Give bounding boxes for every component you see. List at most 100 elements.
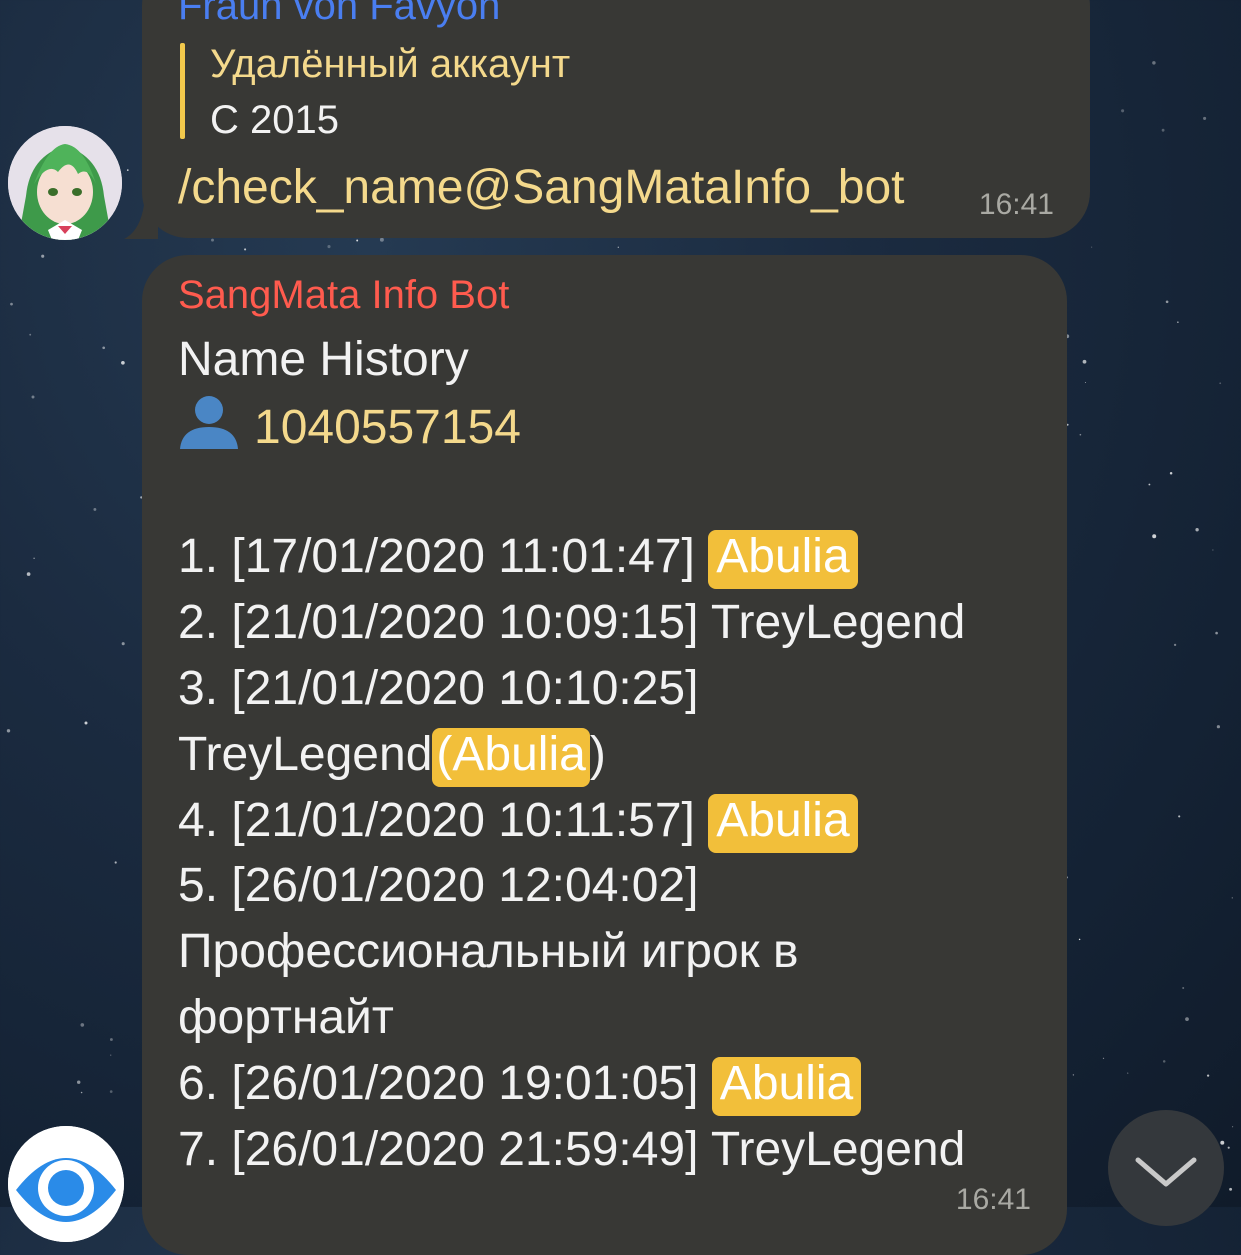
history-entry-continuation: Профессиональный игрок в [178, 925, 799, 979]
history-entry: 2. [21/01/2020 10:09:15] TreyLegend [178, 590, 1047, 656]
user-avatar[interactable] [8, 126, 122, 240]
star [244, 248, 247, 251]
message-time: 16:41 [955, 1183, 1031, 1216]
reply-title[interactable]: Удалённый аккаунт [210, 42, 570, 87]
star [1232, 1126, 1234, 1128]
entry-name: Abulia [452, 727, 586, 781]
star [1152, 534, 1157, 539]
star [1219, 382, 1222, 385]
star [1165, 300, 1169, 304]
star [1121, 109, 1125, 113]
eye-icon [8, 1126, 124, 1242]
star [126, 169, 129, 171]
message-text[interactable]: /check_name@SangMataInfo_bot [178, 160, 905, 215]
star [1182, 987, 1185, 989]
history-entry: 5. [26/01/2020 12:04:02] [178, 853, 1047, 919]
bot-avatar[interactable] [8, 1126, 124, 1242]
history-entry: 6. [26/01/2020 19:01:05] Abulia [178, 1051, 1047, 1117]
user-id[interactable]: 1040557154 [254, 401, 521, 454]
star [327, 245, 331, 249]
entry-date: 7. [26/01/2020 21:59:49] [178, 1122, 711, 1176]
message-heading: Name History [178, 333, 469, 386]
history-entry: 3. [21/01/2020 10:10:25] [178, 656, 1047, 722]
star [617, 246, 619, 248]
star [1079, 433, 1082, 436]
star [1078, 938, 1081, 941]
history-entry: 4. [21/01/2020 10:11:57] Abulia [178, 788, 1047, 854]
star [80, 1091, 83, 1094]
sender-name[interactable]: Fraun von Favyon [178, 0, 500, 29]
star [10, 302, 13, 306]
star [109, 1038, 113, 1041]
star [1091, 246, 1093, 248]
entry-name: TreyLegend [178, 727, 433, 781]
star [1206, 1074, 1210, 1077]
star [114, 861, 117, 864]
message-body: Name History 1040557154 1. [17/01/2020 1… [178, 327, 1047, 1182]
entry-name: TreyLegend [710, 1122, 966, 1176]
star [121, 360, 125, 365]
entry-date: 1. [17/01/2020 11:01:47] [178, 530, 709, 584]
chevron-down-icon [1135, 1157, 1197, 1187]
star [1148, 483, 1151, 486]
bubble-tail [124, 205, 158, 239]
history-entry: 1. [17/01/2020 11:01:47] Abulia [178, 524, 1047, 590]
star [80, 1023, 85, 1027]
star [1178, 815, 1181, 818]
scroll-down-button[interactable] [1108, 1110, 1224, 1226]
reply-bar [180, 43, 185, 139]
star [1212, 549, 1214, 551]
star [1177, 321, 1179, 323]
star [77, 1080, 81, 1084]
history-entry: 7. [26/01/2020 21:59:49] TreyLegend [178, 1117, 1047, 1183]
star [1162, 1060, 1166, 1063]
history-entry-continuation: фортнайт [178, 990, 394, 1044]
star [1216, 725, 1220, 729]
highlighted-name: (Abulia [432, 727, 590, 787]
paren-close: ) [589, 727, 606, 781]
star [6, 729, 11, 733]
star [93, 507, 97, 511]
star [121, 642, 125, 646]
star [1169, 472, 1173, 475]
star [1173, 643, 1177, 647]
star [379, 237, 384, 242]
reply-text[interactable]: С 2015 [210, 98, 339, 143]
star [110, 1054, 112, 1056]
highlighted-name: Abulia [708, 530, 858, 590]
star [26, 572, 31, 576]
star [1072, 1074, 1075, 1076]
star [1102, 1057, 1105, 1059]
entry-date: 4. [21/01/2020 10:11:57] [178, 793, 709, 847]
entry-date: 6. [26/01/2020 19:01:05] [178, 1056, 712, 1110]
star [1215, 631, 1218, 635]
star [211, 238, 214, 242]
star [33, 557, 35, 560]
star [84, 721, 88, 725]
user-id-line: 1040557154 [178, 393, 1047, 459]
star [1152, 61, 1156, 65]
entry-date: 3. [21/01/2020 10:10:25] [178, 661, 699, 715]
highlighted-name: Abulia [708, 793, 858, 853]
sender-name[interactable]: SangMata Info Bot [178, 273, 509, 318]
highlighted-name: Abulia [711, 1056, 862, 1116]
star [109, 1090, 113, 1093]
entry-date: 2. [21/01/2020 10:09:15] [178, 596, 711, 650]
star [1203, 116, 1207, 120]
paren-open: ( [436, 727, 453, 781]
bot-message-bubble[interactable]: SangMata Info Bot Name History 104055715… [142, 255, 1067, 1255]
star [1231, 897, 1233, 899]
star [1185, 1017, 1189, 1021]
message-bubble[interactable]: Fraun von Favyon Удалённый аккаунт С 201… [142, 0, 1090, 238]
star [1195, 528, 1199, 532]
star [1161, 128, 1165, 132]
message-time: 16:41 [978, 188, 1054, 221]
star [29, 333, 32, 336]
star [1084, 382, 1086, 383]
anime-character-avatar-icon [8, 126, 122, 240]
star [1229, 1187, 1233, 1191]
star [356, 239, 359, 242]
bust-silhouette-icon [178, 393, 240, 467]
star [31, 395, 35, 399]
